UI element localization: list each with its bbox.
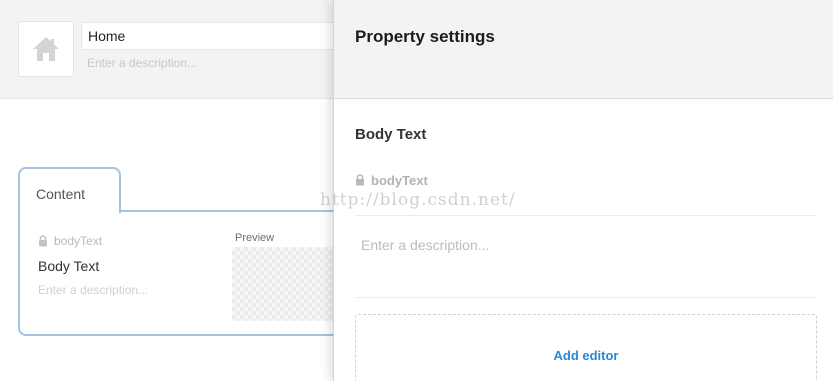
property-name[interactable]: Body Text bbox=[38, 258, 99, 274]
lock-icon bbox=[39, 235, 47, 247]
tab-content[interactable]: Content bbox=[18, 167, 121, 213]
add-editor-area[interactable]: Add editor bbox=[355, 314, 817, 381]
property-description: Enter a description... bbox=[38, 283, 149, 297]
settings-alias: bodyText bbox=[355, 172, 428, 188]
alias-text: bodyText bbox=[54, 234, 103, 248]
name-input[interactable]: Home bbox=[81, 22, 341, 50]
page-icon-button[interactable] bbox=[18, 21, 74, 77]
property-alias: bodyText bbox=[38, 233, 102, 249]
settings-description-input[interactable]: Enter a description... bbox=[361, 237, 489, 253]
settings-title: Property settings bbox=[355, 27, 495, 46]
preview-label: Preview bbox=[235, 232, 275, 244]
home-icon bbox=[33, 37, 59, 61]
settings-alias-text[interactable]: bodyText bbox=[371, 173, 428, 188]
content-panel: bodyText Body Text Enter a description..… bbox=[18, 210, 358, 336]
add-editor-button[interactable]: Add editor bbox=[356, 348, 816, 363]
divider bbox=[355, 215, 817, 216]
description-input[interactable]: Enter a description... bbox=[87, 56, 327, 72]
property-settings-panel: Property settings Body Text bodyText Ent… bbox=[333, 0, 833, 381]
divider bbox=[355, 297, 817, 298]
settings-header: Property settings bbox=[334, 0, 833, 99]
settings-property-name[interactable]: Body Text bbox=[355, 126, 426, 143]
lock-icon[interactable] bbox=[355, 174, 365, 186]
